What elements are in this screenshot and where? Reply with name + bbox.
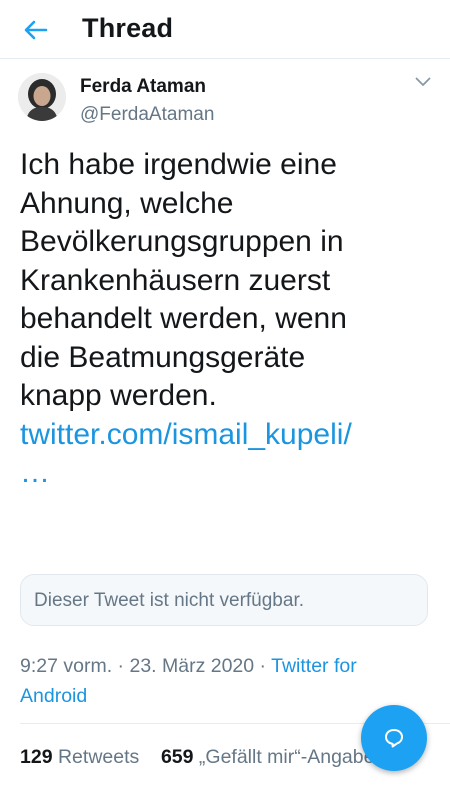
page-title: Thread (82, 13, 174, 43)
tweet-text: Ich habe irgendwie eine Ahnung, welche B… (20, 146, 440, 493)
back-button[interactable] (16, 12, 56, 48)
tweet-text-line: Bevölkerungsgruppen in (20, 225, 344, 258)
tweet-text-line: Ahnung, welche (20, 186, 234, 220)
chevron-down-icon (415, 77, 431, 86)
avatar[interactable] (18, 73, 66, 121)
meta-separator: · (112, 655, 130, 677)
tweet-link-ellipsis[interactable]: … (20, 454, 440, 493)
likes-label: „Gefällt mir“-Angaben (198, 746, 386, 768)
top-bar: Thread (0, 0, 450, 59)
meta-separator: · (254, 655, 272, 677)
tweet-time: 9:27 vorm. (20, 655, 113, 677)
reply-fab-button[interactable] (361, 705, 427, 771)
tweet-stats: 129 Retweets 659 „Gefällt mir“-Angaben (20, 746, 385, 769)
tweet-text-line: die Beatmungsgeräte (20, 340, 306, 374)
avatar-image (18, 73, 66, 121)
tweet-date: 23. März 2020 (129, 655, 255, 677)
retweets-stat[interactable]: 129 Retweets (20, 746, 139, 768)
likes-stat[interactable]: 659 „Gefällt mir“-Angaben (161, 746, 385, 768)
tweet-text-line: Ich habe irgendwie eine (20, 148, 337, 181)
tweet-text-line: behandelt werden, wenn (20, 302, 347, 335)
retweets-label: Retweets (57, 746, 140, 768)
tweet-text-line: Krankenhäusern zuerst (20, 263, 331, 297)
tweet-text-line: knapp werden. (20, 379, 217, 412)
tweet-metadata: 9:27 vorm. · 23. März 2020 · Twitter for… (20, 651, 440, 711)
arrow-left-icon (24, 20, 48, 40)
author-name[interactable]: Ferda Ataman (80, 76, 206, 98)
tweet-source-link-cont[interactable]: Android (20, 685, 87, 707)
likes-count: 659 (160, 746, 194, 768)
tweet-source-link[interactable]: Twitter for (271, 655, 357, 677)
quoted-tweet-unavailable-text: Dieser Tweet ist nicht verfügbar. (34, 590, 304, 611)
quoted-tweet-card[interactable]: Dieser Tweet ist nicht verfügbar. (20, 574, 428, 626)
retweets-count: 129 (20, 746, 53, 768)
author-handle[interactable]: @FerdaAtaman (80, 104, 214, 126)
tweet-menu-button[interactable] (410, 70, 436, 94)
tweet-link[interactable]: twitter.com/ismail_kupeli/ (20, 416, 440, 455)
reply-bubble-icon (385, 729, 403, 748)
